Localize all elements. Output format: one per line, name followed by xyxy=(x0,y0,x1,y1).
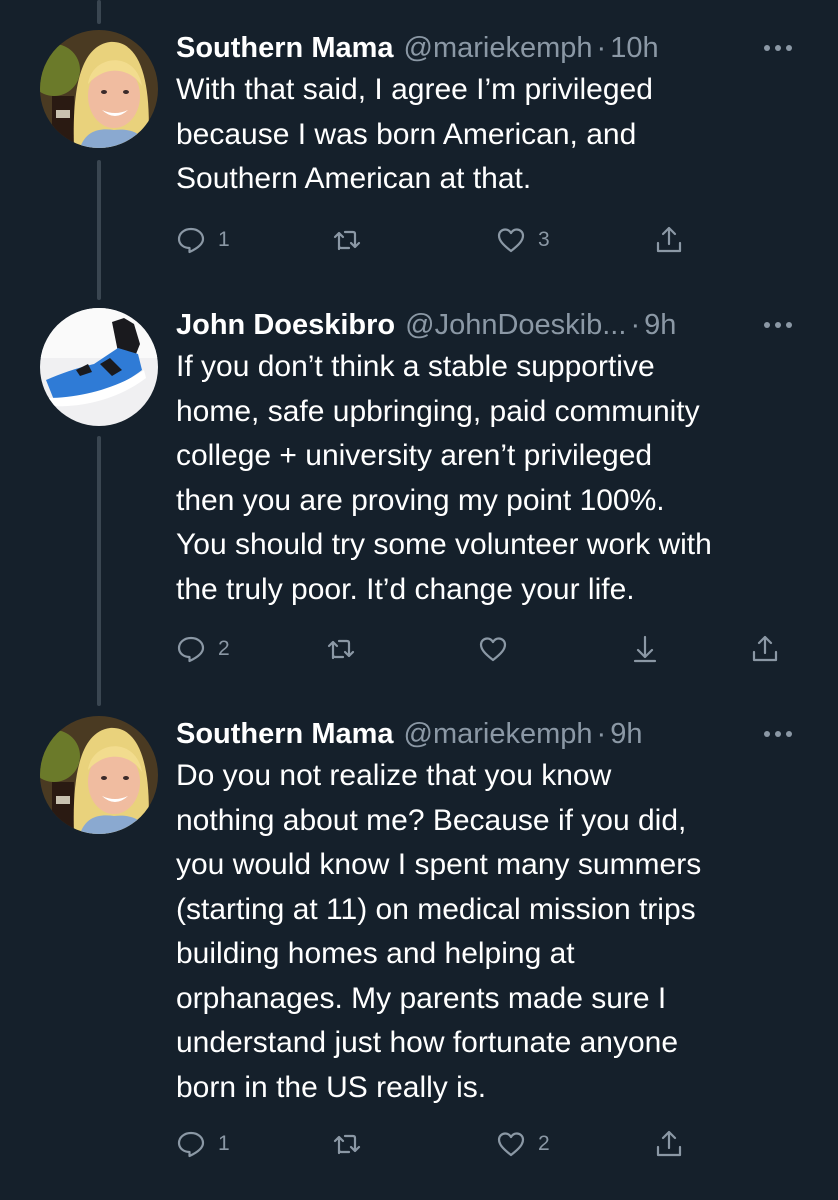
retweet-button[interactable] xyxy=(326,629,356,669)
tweet-actions: 2 xyxy=(176,629,798,669)
download-button[interactable] xyxy=(630,629,660,669)
reply-button[interactable]: 1 xyxy=(176,220,230,260)
timestamp[interactable]: 9h xyxy=(610,714,642,754)
avatar-southern-mama[interactable] xyxy=(40,716,158,834)
retweet-icon xyxy=(333,1134,361,1155)
avatar-image xyxy=(40,30,158,148)
thread-line-top xyxy=(97,0,101,24)
avatar-image xyxy=(40,716,158,834)
retweet-icon xyxy=(327,639,355,660)
user-handle[interactable]: @mariekemph xyxy=(404,28,593,68)
share-icon xyxy=(752,635,778,662)
separator-dot: · xyxy=(596,718,607,750)
more-icon[interactable] xyxy=(758,28,798,68)
like-count: 2 xyxy=(538,1132,550,1155)
tweet-header: John Doeskibro @JohnDoeskib... · 9h xyxy=(176,305,798,345)
avatar-image xyxy=(40,308,158,426)
tweet-text: If you don’t think a stable supportive h… xyxy=(176,350,712,606)
heart-icon xyxy=(497,228,525,253)
share-button[interactable] xyxy=(654,220,684,260)
separator-dot: · xyxy=(596,32,607,64)
reply-button[interactable]: 2 xyxy=(176,629,230,669)
reply-icon xyxy=(177,227,205,254)
tweet-header: Southern Mama @mariekemph · 9h xyxy=(176,714,798,754)
reply-count: 1 xyxy=(218,228,230,251)
user-handle[interactable]: @mariekemph xyxy=(404,714,593,754)
share-icon xyxy=(656,226,682,253)
timestamp[interactable]: 10h xyxy=(610,28,658,68)
heart-icon xyxy=(479,637,507,662)
tweet-actions: 1 3 xyxy=(176,220,798,260)
tweet-actions: 1 2 xyxy=(176,1124,798,1164)
separator-dot: · xyxy=(630,309,641,341)
more-icon[interactable] xyxy=(758,305,798,345)
display-name[interactable]: Southern Mama xyxy=(176,28,394,68)
retweet-button[interactable] xyxy=(332,1124,362,1164)
like-button[interactable]: 3 xyxy=(496,220,550,260)
tweet-text: Do you not realize that you know nothing… xyxy=(176,759,702,1104)
more-icon[interactable] xyxy=(758,714,798,754)
user-handle[interactable]: @JohnDoeskib... xyxy=(405,305,626,345)
download-icon xyxy=(633,635,657,663)
reply-count: 1 xyxy=(218,1132,230,1155)
like-count: 3 xyxy=(538,228,550,251)
share-icon xyxy=(656,1130,682,1157)
reply-icon xyxy=(177,1131,205,1158)
like-button[interactable]: 2 xyxy=(496,1124,550,1164)
retweet-button[interactable] xyxy=(332,220,362,260)
share-button[interactable] xyxy=(654,1124,684,1164)
avatar-southern-mama[interactable] xyxy=(40,30,158,148)
timestamp[interactable]: 9h xyxy=(644,305,676,345)
share-button[interactable] xyxy=(750,629,780,669)
display-name[interactable]: John Doeskibro xyxy=(176,305,395,345)
like-button[interactable] xyxy=(478,629,508,669)
retweet-icon xyxy=(333,230,361,251)
reply-count: 2 xyxy=(218,637,230,660)
tweet-1[interactable]: Southern Mama @mariekemph · 10h With tha… xyxy=(0,28,838,268)
tweet-3[interactable]: Southern Mama @mariekemph · 9h Do you no… xyxy=(0,714,838,1174)
reply-button[interactable]: 1 xyxy=(176,1124,230,1164)
tweet-text: With that said, I agree I’m privileged b… xyxy=(176,73,653,195)
display-name[interactable]: Southern Mama xyxy=(176,714,394,754)
heart-icon xyxy=(497,1132,525,1157)
reply-icon xyxy=(177,636,205,663)
tweet-2[interactable]: John Doeskibro @JohnDoeskib... · 9h If y… xyxy=(0,305,838,675)
tweet-header: Southern Mama @mariekemph · 10h xyxy=(176,28,798,68)
avatar-john-doeskibro[interactable] xyxy=(40,308,158,426)
